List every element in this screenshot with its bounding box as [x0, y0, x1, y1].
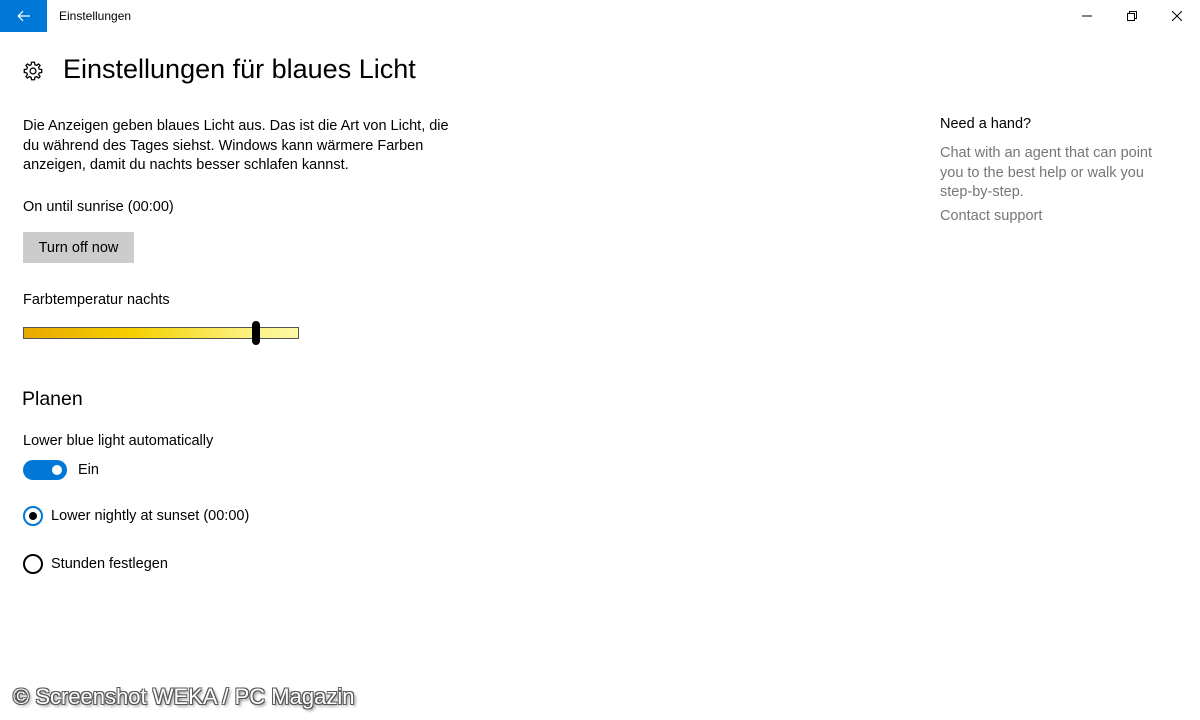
radio-unchecked-icon — [23, 554, 43, 574]
help-body: Chat with an agent that can point you to… — [940, 145, 1153, 200]
toggle-state-text: Ein — [78, 462, 99, 478]
close-icon — [1172, 11, 1182, 21]
status-text: On until sunrise (00:00) — [23, 199, 174, 215]
toggle-knob — [52, 465, 62, 475]
title-bar: Einstellungen — [0, 0, 1200, 32]
page-title: Einstellungen für blaues Licht — [63, 54, 416, 84]
arrow-left-icon — [16, 10, 30, 22]
radio-checked-icon — [23, 506, 43, 526]
app-title: Einstellungen — [59, 9, 132, 23]
auto-blue-light-label: Lower blue light automatically — [23, 433, 214, 449]
auto-blue-light-toggle[interactable] — [23, 460, 67, 480]
restore-button[interactable] — [1109, 0, 1155, 32]
gear-icon — [23, 61, 43, 81]
watermark: © Screenshot WEKA / PC Magazin — [13, 684, 355, 709]
minimize-button[interactable] — [1064, 0, 1110, 32]
help-title: Need a hand? — [940, 116, 1032, 132]
back-button[interactable] — [0, 0, 47, 32]
radio-set-hours[interactable]: Stunden festlegen — [23, 553, 168, 575]
contact-support-link[interactable]: Contact support — [940, 208, 1042, 224]
schedule-heading: Planen — [22, 388, 83, 410]
radio-sunset[interactable]: Lower nightly at sunset (00:00) — [23, 505, 249, 527]
close-button[interactable] — [1154, 0, 1200, 32]
radio-set-hours-label: Stunden festlegen — [51, 556, 168, 572]
turn-off-now-button[interactable]: Turn off now — [23, 232, 134, 263]
radio-dot — [29, 512, 37, 520]
restore-icon — [1127, 11, 1137, 21]
color-temperature-label: Farbtemperatur nachts — [23, 292, 170, 308]
color-temperature-slider-thumb[interactable] — [251, 321, 260, 345]
radio-sunset-label: Lower nightly at sunset (00:00) — [51, 508, 250, 524]
settings-window: Einstellungen Einstellungen für blaues L… — [0, 0, 1200, 720]
description-text: Die Anzeigen geben blaues Licht aus. Das… — [23, 118, 449, 173]
minimize-icon — [1082, 15, 1092, 17]
